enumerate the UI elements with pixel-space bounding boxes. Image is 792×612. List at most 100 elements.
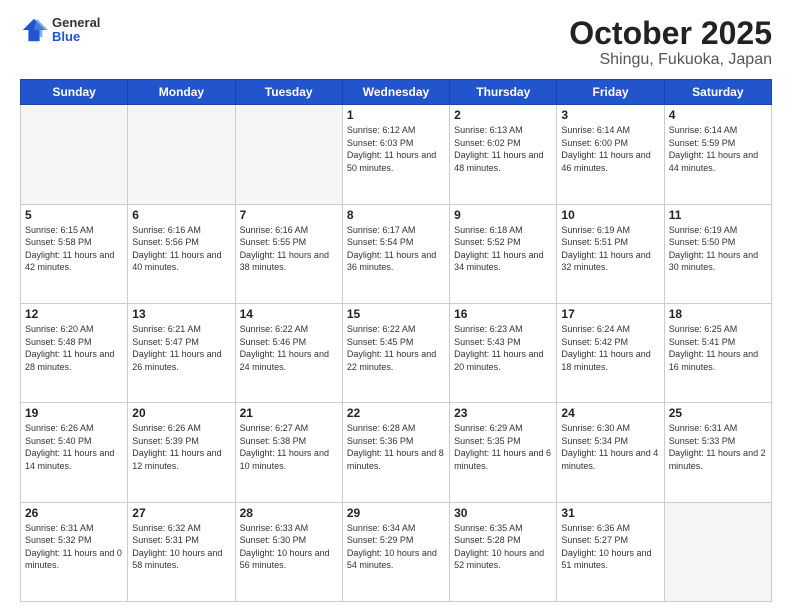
calendar-cell: 17Sunrise: 6:24 AM Sunset: 5:42 PM Dayli…: [557, 303, 664, 402]
day-info: Sunrise: 6:17 AM Sunset: 5:54 PM Dayligh…: [347, 224, 445, 274]
logo-general: General: [52, 16, 100, 30]
day-number: 8: [347, 208, 445, 222]
day-info: Sunrise: 6:14 AM Sunset: 5:59 PM Dayligh…: [669, 124, 767, 174]
day-number: 5: [25, 208, 123, 222]
calendar-cell: 30Sunrise: 6:35 AM Sunset: 5:28 PM Dayli…: [450, 502, 557, 601]
logo-icon: [20, 16, 48, 44]
calendar-title: October 2025: [569, 16, 772, 51]
calendar-cell: 26Sunrise: 6:31 AM Sunset: 5:32 PM Dayli…: [21, 502, 128, 601]
calendar-cell: 12 Sunrise: 6:20 AM Sunset: 5:48 PM Dayli…: [21, 303, 128, 402]
day-number: 16: [454, 307, 552, 321]
day-info: Sunrise: 6:19 AM Sunset: 5:51 PM Dayligh…: [561, 224, 659, 274]
day-number: 22: [347, 406, 445, 420]
day-number: 12: [25, 307, 123, 321]
day-number: 4: [669, 108, 767, 122]
calendar-cell: 27 Sunrise: 6:32 AM Sunset: 5:31 PM Dayli…: [128, 502, 235, 601]
calendar-week-3: 19 Sunrise: 6:26 AM Sunset: 5:40 PM Dayli…: [21, 403, 772, 502]
day-number: 14: [240, 307, 338, 321]
day-header-wednesday: Wednesday: [342, 80, 449, 105]
calendar-cell: [664, 502, 771, 601]
day-number: 11: [669, 208, 767, 222]
day-number: 25: [669, 406, 767, 420]
calendar-cell: 9Sunrise: 6:18 AM Sunset: 5:52 PM Daylig…: [450, 204, 557, 303]
calendar-week-2: 12 Sunrise: 6:20 AM Sunset: 5:48 PM Dayli…: [21, 303, 772, 402]
calendar-cell: 31 Sunrise: 6:36 AM Sunset: 5:27 PM Dayli…: [557, 502, 664, 601]
calendar-cell: [128, 105, 235, 204]
day-header-sunday: Sunday: [21, 80, 128, 105]
day-number: 24: [561, 406, 659, 420]
day-info: Sunrise: 6:30 AM Sunset: 5:34 PM Dayligh…: [561, 422, 659, 472]
day-info: Sunrise: 6:22 AM Sunset: 5:45 PM Dayligh…: [347, 323, 445, 373]
calendar-cell: 25 Sunrise: 6:31 AM Sunset: 5:33 PM Dayli…: [664, 403, 771, 502]
day-info: Sunrise: 6:20 AM Sunset: 5:48 PM Dayligh…: [25, 323, 123, 373]
day-info: Sunrise: 6:23 AM Sunset: 5:43 PM Dayligh…: [454, 323, 552, 373]
calendar-cell: 4 Sunrise: 6:14 AM Sunset: 5:59 PM Daylig…: [664, 105, 771, 204]
day-header-tuesday: Tuesday: [235, 80, 342, 105]
day-number: 15: [347, 307, 445, 321]
calendar-cell: 28 Sunrise: 6:33 AM Sunset: 5:30 PM Dayli…: [235, 502, 342, 601]
calendar-cell: 16 Sunrise: 6:23 AM Sunset: 5:43 PM Dayli…: [450, 303, 557, 402]
calendar-cell: 24 Sunrise: 6:30 AM Sunset: 5:34 PM Dayli…: [557, 403, 664, 502]
day-info: Sunrise: 6:21 AM Sunset: 5:47 PM Dayligh…: [132, 323, 230, 373]
calendar-cell: 23Sunrise: 6:29 AM Sunset: 5:35 PM Dayli…: [450, 403, 557, 502]
calendar-week-4: 26Sunrise: 6:31 AM Sunset: 5:32 PM Dayli…: [21, 502, 772, 601]
calendar-week-1: 5 Sunrise: 6:15 AM Sunset: 5:58 PM Daylig…: [21, 204, 772, 303]
day-info: Sunrise: 6:33 AM Sunset: 5:30 PM Dayligh…: [240, 522, 338, 572]
day-info: Sunrise: 6:14 AM Sunset: 6:00 PM Dayligh…: [561, 124, 659, 174]
calendar-cell: 13Sunrise: 6:21 AM Sunset: 5:47 PM Dayli…: [128, 303, 235, 402]
calendar-cell: 7Sunrise: 6:16 AM Sunset: 5:55 PM Daylig…: [235, 204, 342, 303]
day-info: Sunrise: 6:26 AM Sunset: 5:39 PM Dayligh…: [132, 422, 230, 472]
calendar-header-row: SundayMondayTuesdayWednesdayThursdayFrid…: [21, 80, 772, 105]
logo-text: General Blue: [52, 16, 100, 45]
day-info: Sunrise: 6:16 AM Sunset: 5:56 PM Dayligh…: [132, 224, 230, 274]
day-number: 1: [347, 108, 445, 122]
calendar-cell: 15 Sunrise: 6:22 AM Sunset: 5:45 PM Dayli…: [342, 303, 449, 402]
day-number: 31: [561, 506, 659, 520]
day-info: Sunrise: 6:32 AM Sunset: 5:31 PM Dayligh…: [132, 522, 230, 572]
day-info: Sunrise: 6:19 AM Sunset: 5:50 PM Dayligh…: [669, 224, 767, 274]
day-info: Sunrise: 6:34 AM Sunset: 5:29 PM Dayligh…: [347, 522, 445, 572]
day-info: Sunrise: 6:36 AM Sunset: 5:27 PM Dayligh…: [561, 522, 659, 572]
day-number: 29: [347, 506, 445, 520]
calendar-cell: 20 Sunrise: 6:26 AM Sunset: 5:39 PM Dayli…: [128, 403, 235, 502]
day-info: Sunrise: 6:12 AM Sunset: 6:03 PM Dayligh…: [347, 124, 445, 174]
calendar-cell: 11 Sunrise: 6:19 AM Sunset: 5:50 PM Dayli…: [664, 204, 771, 303]
day-number: 18: [669, 307, 767, 321]
day-info: Sunrise: 6:22 AM Sunset: 5:46 PM Dayligh…: [240, 323, 338, 373]
day-info: Sunrise: 6:25 AM Sunset: 5:41 PM Dayligh…: [669, 323, 767, 373]
calendar-cell: 8 Sunrise: 6:17 AM Sunset: 5:54 PM Daylig…: [342, 204, 449, 303]
calendar-cell: 19 Sunrise: 6:26 AM Sunset: 5:40 PM Dayli…: [21, 403, 128, 502]
day-number: 10: [561, 208, 659, 222]
day-info: Sunrise: 6:15 AM Sunset: 5:58 PM Dayligh…: [25, 224, 123, 274]
day-header-thursday: Thursday: [450, 80, 557, 105]
calendar-cell: [21, 105, 128, 204]
day-number: 2: [454, 108, 552, 122]
calendar-cell: 1 Sunrise: 6:12 AM Sunset: 6:03 PM Daylig…: [342, 105, 449, 204]
day-number: 28: [240, 506, 338, 520]
day-number: 21: [240, 406, 338, 420]
day-info: Sunrise: 6:31 AM Sunset: 5:33 PM Dayligh…: [669, 422, 767, 472]
day-info: Sunrise: 6:31 AM Sunset: 5:32 PM Dayligh…: [25, 522, 123, 572]
calendar-cell: [235, 105, 342, 204]
calendar-cell: 22 Sunrise: 6:28 AM Sunset: 5:36 PM Dayli…: [342, 403, 449, 502]
day-number: 9: [454, 208, 552, 222]
calendar-week-0: 1 Sunrise: 6:12 AM Sunset: 6:03 PM Daylig…: [21, 105, 772, 204]
calendar-cell: 18 Sunrise: 6:25 AM Sunset: 5:41 PM Dayli…: [664, 303, 771, 402]
logo: General Blue: [20, 16, 100, 45]
day-info: Sunrise: 6:28 AM Sunset: 5:36 PM Dayligh…: [347, 422, 445, 472]
logo-blue: Blue: [52, 30, 100, 44]
calendar-cell: 6Sunrise: 6:16 AM Sunset: 5:56 PM Daylig…: [128, 204, 235, 303]
day-number: 19: [25, 406, 123, 420]
calendar-cell: 2Sunrise: 6:13 AM Sunset: 6:02 PM Daylig…: [450, 105, 557, 204]
page: General Blue October 2025 Shingu, Fukuok…: [0, 0, 792, 612]
header: General Blue October 2025 Shingu, Fukuok…: [20, 16, 772, 69]
day-number: 20: [132, 406, 230, 420]
calendar-cell: 5 Sunrise: 6:15 AM Sunset: 5:58 PM Daylig…: [21, 204, 128, 303]
day-number: 23: [454, 406, 552, 420]
day-number: 27: [132, 506, 230, 520]
day-info: Sunrise: 6:16 AM Sunset: 5:55 PM Dayligh…: [240, 224, 338, 274]
calendar-table: SundayMondayTuesdayWednesdayThursdayFrid…: [20, 79, 772, 602]
day-info: Sunrise: 6:26 AM Sunset: 5:40 PM Dayligh…: [25, 422, 123, 472]
title-area: October 2025 Shingu, Fukuoka, Japan: [569, 16, 772, 69]
calendar-cell: 10 Sunrise: 6:19 AM Sunset: 5:51 PM Dayli…: [557, 204, 664, 303]
